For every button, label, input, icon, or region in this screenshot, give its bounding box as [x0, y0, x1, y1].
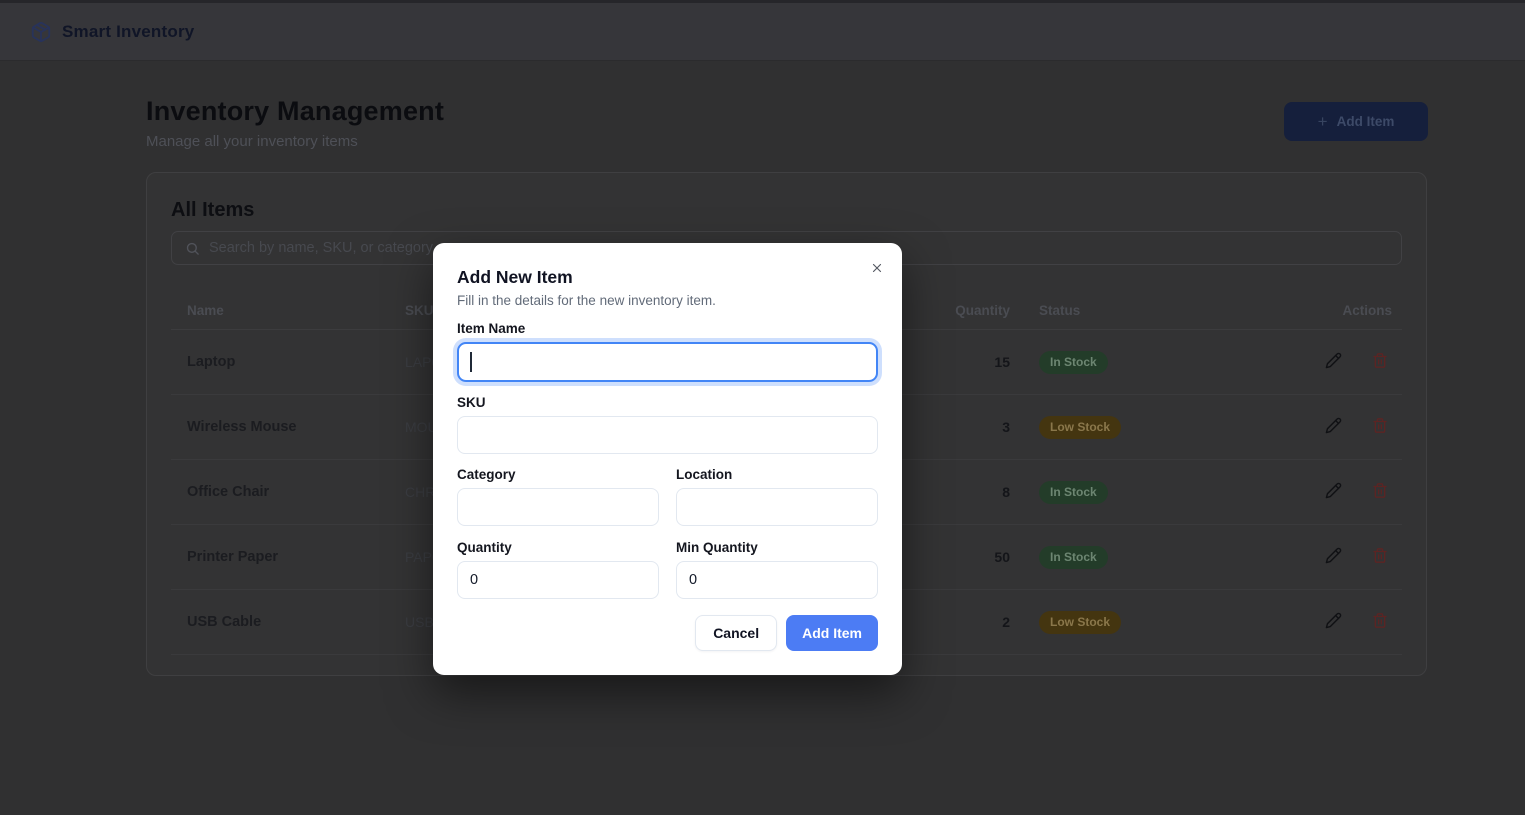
- close-icon: [872, 263, 882, 273]
- category-input[interactable]: [457, 488, 659, 526]
- sku-label: SKU: [457, 395, 486, 410]
- quantity-input[interactable]: [457, 561, 659, 599]
- quantity-label: Quantity: [457, 540, 512, 555]
- modal-title: Add New Item: [457, 267, 573, 287]
- location-input[interactable]: [676, 488, 878, 526]
- min-quantity-input[interactable]: [676, 561, 878, 599]
- category-label: Category: [457, 467, 516, 482]
- text-caret: [470, 352, 472, 372]
- item-name-label: Item Name: [457, 321, 526, 336]
- item-name-input[interactable]: [457, 342, 878, 382]
- close-button[interactable]: [866, 257, 888, 279]
- min-quantity-label: Min Quantity: [676, 540, 758, 555]
- sku-input[interactable]: [457, 416, 878, 454]
- location-label: Location: [676, 467, 733, 482]
- cancel-button[interactable]: Cancel: [695, 615, 778, 651]
- modal-subtitle: Fill in the details for the new inventor…: [457, 293, 716, 308]
- modal-add-item-button[interactable]: Add Item: [786, 615, 878, 651]
- add-item-modal: Add New Item Fill in the details for the…: [433, 243, 902, 675]
